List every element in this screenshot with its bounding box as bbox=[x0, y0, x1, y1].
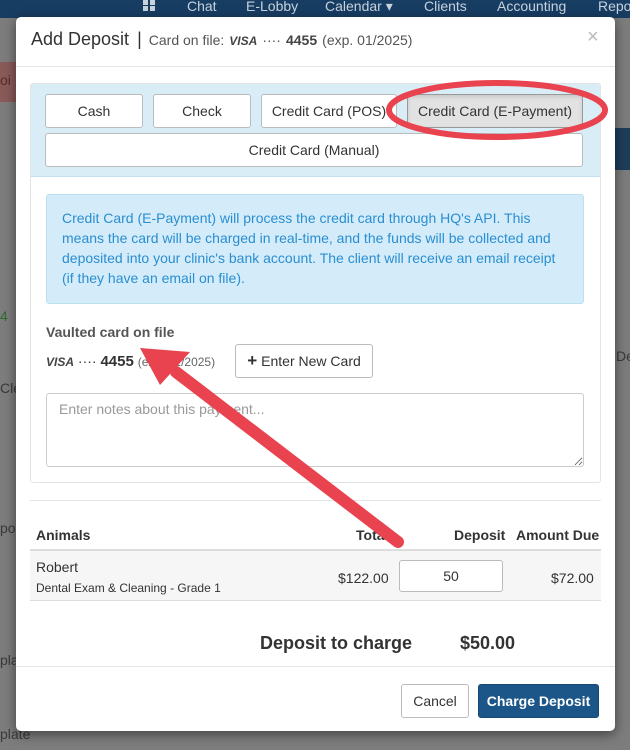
visa-logo-icon: VISA bbox=[229, 34, 258, 48]
charge-deposit-button[interactable]: Charge Deposit bbox=[478, 684, 599, 718]
method-cash-button[interactable]: Cash bbox=[45, 94, 143, 128]
row-total: $122.00 bbox=[338, 570, 389, 586]
nav-clients[interactable]: Clients bbox=[424, 0, 467, 14]
modal-title-text: Add Deposit bbox=[31, 29, 130, 49]
method-credit-card-pos-button[interactable]: Credit Card (POS) bbox=[261, 94, 397, 128]
column-header-amount-due: Amount Due bbox=[516, 527, 600, 543]
plus-icon: + bbox=[247, 351, 258, 370]
method-credit-card-manual-button[interactable]: Credit Card (Manual) bbox=[45, 133, 583, 167]
deposit-amount-input[interactable] bbox=[399, 560, 503, 592]
background-header-bar bbox=[614, 128, 630, 170]
payment-notes-input[interactable] bbox=[46, 393, 584, 467]
card-last4: 4455 bbox=[285, 32, 318, 48]
modal-title: Add Deposit | Card on file: VISA ···· 44… bbox=[31, 29, 412, 50]
cancel-button[interactable]: Cancel bbox=[401, 684, 469, 718]
top-navigation-bar: Chat E-Lobby Calendar ▾ Clients Accounti… bbox=[0, 0, 630, 18]
visa-logo-icon: VISA bbox=[46, 355, 75, 369]
nav-chat[interactable]: Chat bbox=[187, 0, 217, 14]
modal-footer: Cancel Charge Deposit bbox=[16, 666, 615, 731]
animal-name: Robert bbox=[36, 559, 79, 575]
background-text-fragment: 4 bbox=[0, 308, 8, 324]
close-icon[interactable]: × bbox=[587, 26, 599, 49]
apps-grid-icon[interactable] bbox=[143, 0, 155, 11]
background-text-fragment: po bbox=[0, 520, 16, 536]
enter-new-card-button[interactable]: + Enter New Card bbox=[235, 344, 373, 378]
background-text-fragment: De bbox=[616, 348, 630, 364]
section-divider bbox=[30, 500, 601, 501]
vaulted-card-label: Vaulted card on file bbox=[46, 324, 175, 340]
row-amount-due: $72.00 bbox=[551, 570, 594, 586]
payment-method-selector: Cash Check Credit Card (POS) Credit Card… bbox=[31, 84, 600, 177]
modal-header: Add Deposit | Card on file: VISA ···· 44… bbox=[16, 17, 615, 67]
card-on-file-label: Card on file: bbox=[148, 32, 225, 48]
deposit-to-charge-label: Deposit to charge bbox=[260, 633, 413, 653]
payment-panel: Cash Check Credit Card (POS) Credit Card… bbox=[30, 83, 601, 483]
column-header-deposit: Deposit bbox=[454, 527, 506, 543]
card-dots: ···· bbox=[262, 32, 281, 48]
background-text-fragment: oi bbox=[0, 72, 11, 88]
enter-new-card-label: Enter New Card bbox=[261, 353, 361, 369]
add-deposit-modal: Add Deposit | Card on file: VISA ···· 44… bbox=[16, 17, 615, 731]
title-separator: | bbox=[137, 29, 142, 49]
vaulted-card-dots: ···· bbox=[77, 353, 97, 369]
nav-e-lobby[interactable]: E-Lobby bbox=[246, 0, 298, 14]
deposit-to-charge-amount: $50.00 bbox=[460, 633, 516, 653]
vaulted-card-last4: 4455 bbox=[100, 353, 134, 370]
column-header-animals: Animals bbox=[36, 527, 91, 543]
nav-calendar[interactable]: Calendar ▾ bbox=[325, 0, 393, 15]
epayment-info-alert: Credit Card (E-Payment) will process the… bbox=[46, 194, 584, 304]
vaulted-card[interactable]: VISA ···· 4455 (exp. 01/2025) bbox=[46, 353, 215, 370]
column-header-total: Total bbox=[356, 527, 389, 543]
method-check-button[interactable]: Check bbox=[153, 94, 251, 128]
vaulted-card-expiry: (exp. 01/2025) bbox=[137, 355, 216, 369]
card-expiry: (exp. 01/2025) bbox=[322, 32, 413, 48]
service-description: Dental Exam & Cleaning - Grade 1 bbox=[36, 581, 221, 595]
method-credit-card-epayment-button[interactable]: Credit Card (E-Payment) bbox=[407, 94, 583, 128]
nav-accounting[interactable]: Accounting bbox=[497, 0, 566, 14]
nav-reports[interactable]: Repo bbox=[598, 0, 630, 14]
